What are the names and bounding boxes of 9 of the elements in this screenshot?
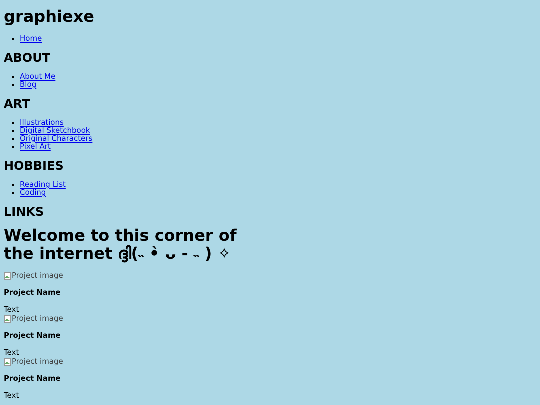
site-title: graphiexe bbox=[4, 8, 94, 26]
section-heading: ABOUT bbox=[4, 51, 51, 65]
section-heading: ART bbox=[4, 97, 30, 111]
broken-image-icon bbox=[4, 272, 11, 280]
broken-image-icon bbox=[4, 314, 11, 322]
broken-image-icon bbox=[4, 358, 11, 366]
section-heading: LINKS bbox=[4, 205, 44, 219]
welcome-heading: Welcome to this corner of the internet ദ്ദി(˵ •̀ ᴗ - ˵ ) ✧ bbox=[4, 227, 238, 263]
section-heading: HOBBIES bbox=[4, 159, 64, 173]
